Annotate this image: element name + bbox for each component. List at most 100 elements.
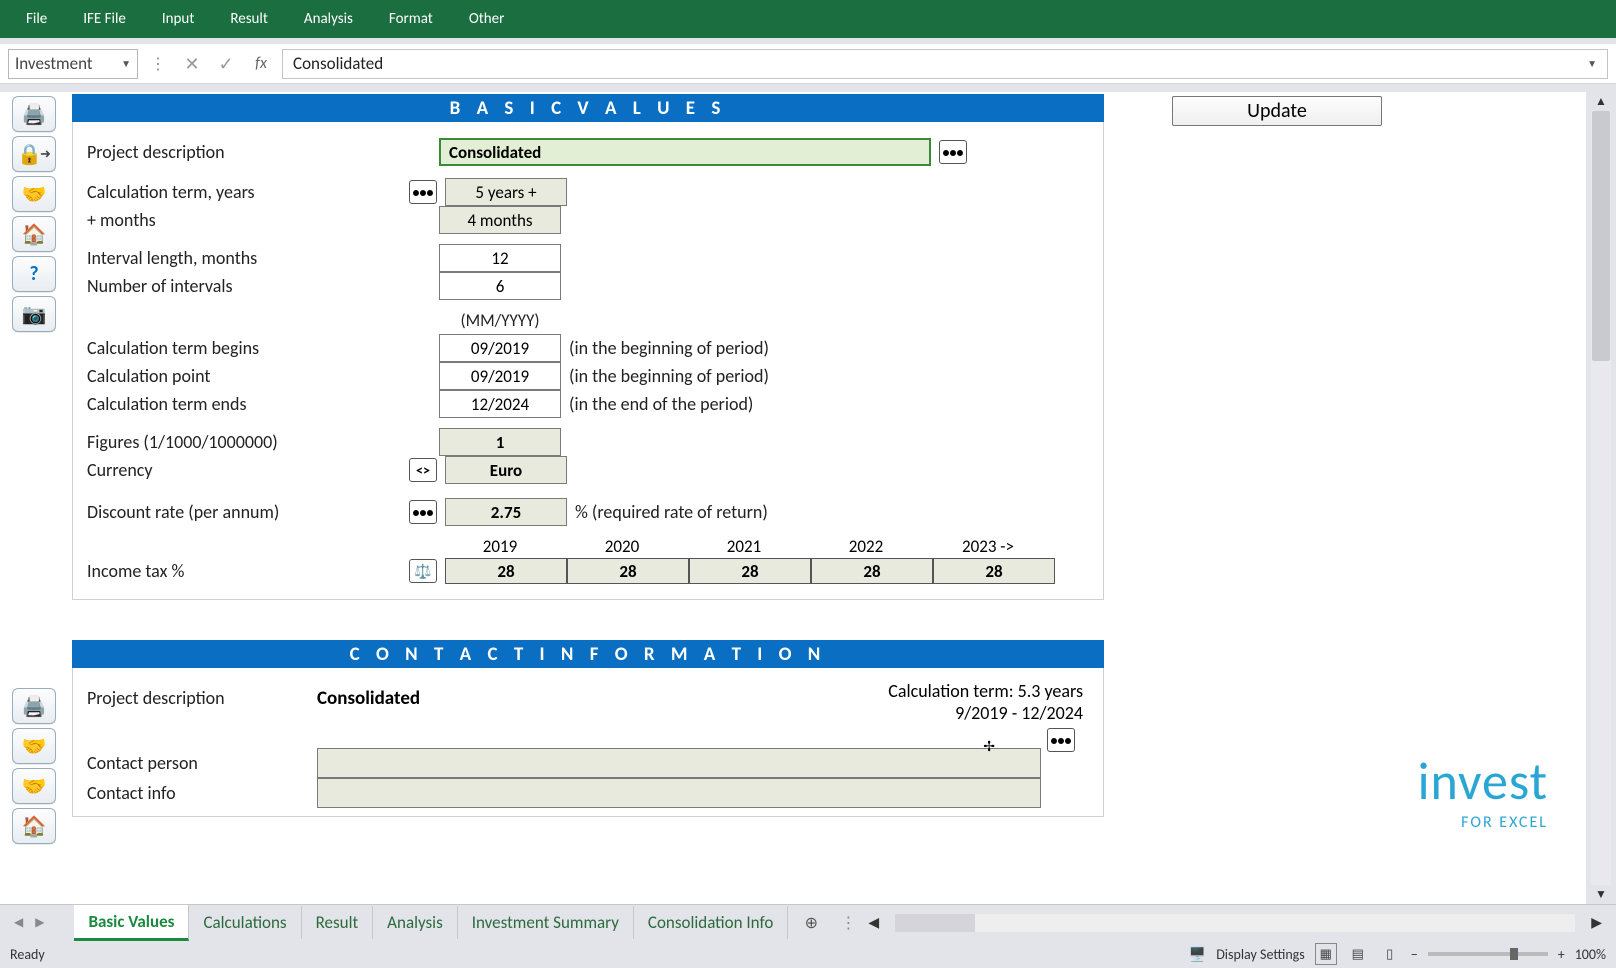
discount-more-button[interactable]: ••• — [409, 500, 437, 524]
scroll-thumb[interactable] — [1592, 111, 1610, 361]
calc-point-note: (in the beginning of period) — [569, 365, 769, 387]
tax-2019[interactable]: 28 — [445, 558, 567, 584]
discount-note: % (required rate of return) — [575, 501, 768, 523]
spacer — [0, 84, 1616, 92]
update-button[interactable]: Update — [1172, 96, 1382, 126]
camera-button[interactable]: 📷 — [12, 296, 56, 332]
hscroll-thumb[interactable] — [895, 914, 975, 932]
handshake-button-3[interactable]: 🤝 — [12, 768, 56, 804]
view-normal-icon[interactable]: ▦ — [1315, 943, 1337, 965]
name-box-value: Investment — [15, 53, 93, 74]
menu-other[interactable]: Other — [451, 0, 523, 38]
hscroll-left[interactable]: ◀ — [862, 914, 885, 931]
calc-point-value[interactable]: 09/2019 — [439, 362, 561, 390]
accept-icon[interactable]: ✓ — [212, 53, 240, 75]
project-description-more-button[interactable]: ••• — [939, 140, 967, 164]
tab-consolidation-info[interactable]: Consolidation Info — [634, 906, 788, 939]
tab-basic-values[interactable]: Basic Values — [74, 905, 189, 941]
tab-calculations[interactable]: Calculations — [189, 906, 301, 939]
help-button[interactable]: ? — [12, 256, 56, 292]
calc-ends-value[interactable]: 12/2024 — [439, 390, 561, 418]
contact-person-label: Contact person — [87, 752, 317, 774]
vertical-scrollbar[interactable]: ▲ ▼ — [1586, 92, 1616, 904]
fx-icon[interactable]: fx — [246, 54, 276, 73]
income-tax-label: Income tax % — [87, 560, 417, 582]
calc-begins-label: Calculation term begins — [87, 337, 417, 359]
formula-input[interactable]: Consolidated ▼ — [282, 49, 1608, 79]
tab-nav-next[interactable]: ▶ — [29, 915, 50, 930]
status-ready: Ready — [10, 946, 45, 963]
add-sheet-button[interactable]: ⊕ — [798, 910, 824, 936]
currency-value[interactable]: Euro — [445, 456, 567, 484]
tax-2021[interactable]: 28 — [689, 558, 811, 584]
left-toolbar: 🖨️ 🔒➜ 🤝 🏠 ? 📷 — [12, 96, 62, 332]
currency-label: Currency — [87, 459, 417, 481]
key-button[interactable]: 🔒➜ — [12, 136, 56, 172]
handshake-button-2[interactable]: 🤝 — [12, 728, 56, 764]
name-box[interactable]: Investment ▼ — [8, 49, 138, 79]
cancel-icon[interactable]: ✕ — [178, 53, 206, 75]
view-page-break-icon[interactable]: ▯ — [1379, 943, 1401, 965]
calc-term-years-value[interactable]: 5 years + — [445, 178, 567, 206]
year-2021-header: 2021 — [683, 536, 805, 557]
calc-term-summary: Calculation term: 5.3 years 9/2019 - 12/… — [888, 680, 1083, 752]
scroll-down-icon[interactable]: ▼ — [1595, 887, 1607, 902]
calc-ends-label: Calculation term ends — [87, 393, 417, 415]
contact-project-desc-value: Consolidated — [317, 687, 420, 710]
figures-label: Figures (1/1000/1000000) — [87, 431, 417, 453]
zoom-level[interactable]: 100% — [1575, 946, 1606, 963]
formula-bar: Investment ▼ ⋮ ✕ ✓ fx Consolidated ▼ — [0, 44, 1616, 84]
tax-2023[interactable]: 28 — [933, 558, 1055, 584]
currency-toggle-button[interactable]: <> — [409, 458, 437, 482]
zoom-slider[interactable] — [1428, 952, 1548, 956]
tax-2020[interactable]: 28 — [567, 558, 689, 584]
calc-begins-note: (in the beginning of period) — [569, 337, 769, 359]
calc-term-more-button[interactable]: ••• — [409, 180, 437, 204]
income-tax-balance-button[interactable]: ⚖️ — [409, 559, 437, 583]
discount-rate-value[interactable]: 2.75 — [445, 498, 567, 526]
home-button-2[interactable]: 🏠 — [12, 808, 56, 844]
display-settings-label[interactable]: Display Settings — [1216, 946, 1305, 963]
contact-more-button[interactable]: ••• — [1047, 728, 1075, 752]
figures-value[interactable]: 1 — [439, 428, 561, 456]
menu-analysis[interactable]: Analysis — [286, 0, 371, 38]
chevron-down-icon[interactable]: ▼ — [121, 57, 131, 70]
contact-info-input[interactable] — [317, 778, 1041, 808]
project-description-input[interactable]: Consolidated — [439, 138, 931, 166]
print-button[interactable]: 🖨️ — [12, 96, 56, 132]
horizontal-scrollbar[interactable] — [895, 914, 1575, 932]
tab-analysis[interactable]: Analysis — [373, 906, 458, 939]
handshake-button[interactable]: 🤝 — [12, 176, 56, 212]
menu-file[interactable]: File — [8, 0, 65, 38]
chevron-down-icon[interactable]: ▼ — [1587, 57, 1597, 70]
tab-nav-prev[interactable]: ◀ — [8, 915, 29, 930]
num-intervals-value[interactable]: 6 — [439, 272, 561, 300]
menu-bar: File IFE File Input Result Analysis Form… — [0, 0, 1616, 38]
separator-dots: ⋮ — [834, 913, 862, 933]
tab-result[interactable]: Result — [302, 906, 374, 939]
zoom-thumb[interactable] — [1510, 948, 1518, 960]
print-button-2[interactable]: 🖨️ — [12, 688, 56, 724]
tax-2022[interactable]: 28 — [811, 558, 933, 584]
project-description-label: Project description — [87, 141, 417, 163]
scroll-track[interactable] — [1591, 111, 1611, 885]
menu-result[interactable]: Result — [212, 0, 286, 38]
menu-input[interactable]: Input — [144, 0, 212, 38]
view-page-layout-icon[interactable]: ▤ — [1347, 943, 1369, 965]
menu-format[interactable]: Format — [371, 0, 451, 38]
hscroll-right[interactable]: ▶ — [1585, 914, 1608, 931]
date-range-text: 9/2019 - 12/2024 — [955, 702, 1083, 724]
calc-begins-value[interactable]: 09/2019 — [439, 334, 561, 362]
tab-investment-summary[interactable]: Investment Summary — [458, 906, 634, 939]
zoom-in-button[interactable]: + — [1558, 946, 1565, 963]
display-settings-icon[interactable]: 🖥️ — [1189, 946, 1206, 963]
contact-info-label: Contact info — [87, 782, 317, 804]
calc-term-months-value[interactable]: 4 months — [439, 206, 561, 234]
interval-length-value[interactable]: 12 — [439, 244, 561, 272]
zoom-out-button[interactable]: − — [1411, 946, 1418, 963]
brand-sub: FOR EXCEL — [1418, 813, 1548, 832]
menu-ife-file[interactable]: IFE File — [65, 0, 144, 38]
home-button[interactable]: 🏠 — [12, 216, 56, 252]
contact-person-input[interactable] — [317, 748, 1041, 778]
scroll-up-icon[interactable]: ▲ — [1595, 94, 1607, 109]
